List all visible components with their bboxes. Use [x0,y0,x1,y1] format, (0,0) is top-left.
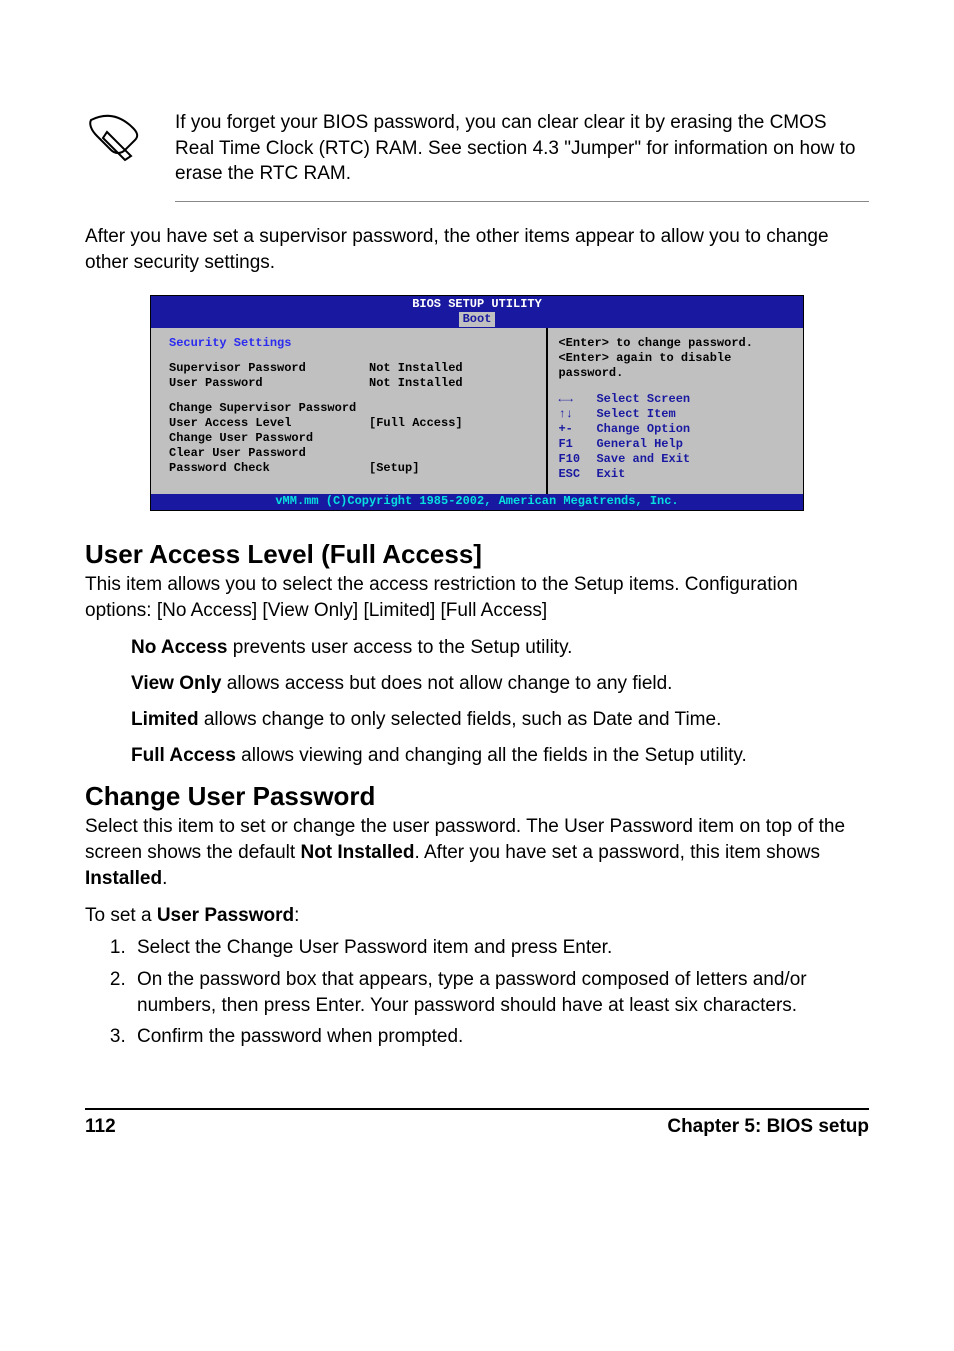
ual-item: No Access prevents user access to the Se… [131,637,869,659]
bios-screenshot: BIOS SETUP UTILITY Boot Security Setting… [150,295,804,511]
bios-row: User PasswordNot Installed [169,376,532,391]
ual-item: Limited allows change to only selected f… [131,709,869,731]
step-item: On the password box that appears, type a… [131,967,869,1018]
bios-row: Clear User Password [169,446,532,461]
cup-steps-list: Select the Change User Password item and… [117,935,869,1050]
bios-copyright: vMM.mm (C)Copyright 1985-2002, American … [151,494,803,510]
note-text: If you forget your BIOS password, you ca… [175,110,869,187]
cup-to-set: To set a User Password: [85,905,869,927]
bios-row: User Access Level[Full Access] [169,416,532,431]
note-divider [175,201,869,202]
bios-row: Change User Password [169,431,532,446]
bios-help-key: F1General Help [558,437,793,452]
intro-paragraph: After you have set a supervisor password… [85,224,869,275]
note-block: If you forget your BIOS password, you ca… [85,110,869,202]
ual-item: View Only allows access but does not all… [131,673,869,695]
chapter-label: Chapter 5: BIOS setup [667,1116,869,1138]
footer-divider [85,1108,869,1110]
bios-row: Supervisor PasswordNot Installed [169,361,532,376]
bios-menu-selected: Boot [459,312,496,327]
bios-help-key: ↑↓Select Item [558,407,793,422]
heading-change-user-password: Change User Password [85,781,869,812]
bios-help-key: ESCExit [558,467,793,482]
ual-desc: This item allows you to select the acces… [85,572,869,623]
bios-row: Password Check[Setup] [169,461,532,476]
step-item: Select the Change User Password item and… [131,935,869,961]
bios-help-key: F10Save and Exit [558,452,793,467]
bios-help-key: ←→Select Screen [558,392,793,407]
bios-help-key: +-Change Option [558,422,793,437]
heading-user-access-level: User Access Level (Full Access] [85,539,869,570]
ual-item: Full Access allows viewing and changing … [131,745,869,767]
page-number: 112 [85,1116,116,1138]
cup-desc: Select this item to set or change the us… [85,814,869,891]
bios-row: Change Supervisor Password [169,401,532,416]
bios-help-keys: ←→Select Screen↑↓Select Item+-Change Opt… [558,392,793,482]
bios-section-heading: Security Settings [169,336,532,351]
step-item: Confirm the password when prompted. [131,1024,869,1050]
pencil-icon [85,114,145,164]
bios-help-text: <Enter> to change password.<Enter> again… [558,336,793,381]
bios-title: BIOS SETUP UTILITY [151,297,803,312]
